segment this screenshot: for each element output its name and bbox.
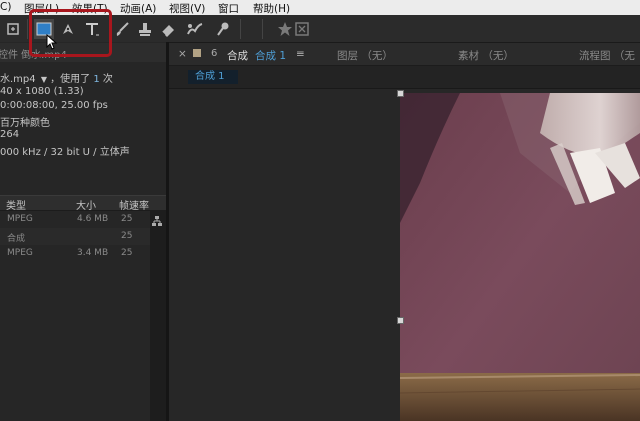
eraser-tool-icon[interactable] xyxy=(158,19,178,39)
column-size[interactable]: 大小 xyxy=(76,197,96,212)
close-tab-icon[interactable]: × xyxy=(178,48,187,60)
composition-chip[interactable]: 合成 1 xyxy=(188,70,238,84)
transform-handle[interactable] xyxy=(397,317,404,324)
row-size: 3.4 MB xyxy=(77,248,109,258)
snap-grid-icon[interactable] xyxy=(292,19,312,39)
tab-footage[interactable]: 素材 （无） xyxy=(458,48,514,63)
usage-label: ，使用了 xyxy=(50,74,91,85)
tab-flowchart[interactable]: 流程图 （无 xyxy=(579,48,635,63)
footage-dropdown-icon[interactable]: ▼ xyxy=(41,75,47,84)
transform-handle[interactable] xyxy=(397,90,404,97)
project-columns-header: 类型 大小 帧速率 xyxy=(0,195,166,212)
column-type[interactable]: 类型 xyxy=(6,197,26,212)
row-type: 合成 xyxy=(7,234,26,244)
menu-window[interactable]: 窗口 xyxy=(218,1,239,16)
comp-color-swatch xyxy=(193,49,201,57)
project-scrollbar[interactable] xyxy=(150,210,166,421)
row-type: MPEG xyxy=(7,248,33,258)
project-row[interactable]: MPEG 3.4 MB 25 xyxy=(0,245,150,262)
brush-tool-icon[interactable] xyxy=(112,19,132,39)
video-frame[interactable] xyxy=(400,93,640,421)
panel-menu-icon[interactable]: ≡ xyxy=(296,48,305,60)
usage-count: 1 xyxy=(93,74,100,85)
tab-composition-name[interactable]: 合成 1 xyxy=(255,48,286,63)
toolbar-separator xyxy=(240,19,241,39)
row-size: 4.6 MB xyxy=(77,214,109,224)
flowchart-icon[interactable] xyxy=(151,212,163,231)
viewer-tab-bar: × 6 合成 合成 1 ≡ 图层 （无） 素材 （无） 流程图 （无 xyxy=(169,43,640,66)
row-type: MPEG xyxy=(7,214,33,224)
footage-duration: 0:00:08:00, 25.00 fps xyxy=(0,100,108,111)
footage-name-line: 水.mp4 ▼ ，使用了 1 次 xyxy=(0,70,113,85)
toolbar-separator xyxy=(262,19,263,39)
tab-composition[interactable]: 合成 xyxy=(227,48,248,63)
mouse-cursor-icon xyxy=(46,33,58,54)
footage-colors: 百万种颜色 xyxy=(0,118,50,129)
column-fps[interactable]: 帧速率 xyxy=(119,197,149,212)
project-row[interactable]: 合成 25 xyxy=(0,228,150,245)
toolbar-separator xyxy=(27,19,28,39)
project-row[interactable]: MPEG 4.6 MB 25 xyxy=(0,211,150,228)
menu-animation[interactable]: 动画(A) xyxy=(120,1,156,16)
clone-stamp-tool-icon[interactable] xyxy=(135,19,155,39)
menu-view[interactable]: 视图(V) xyxy=(169,1,205,16)
usage-unit: 次 xyxy=(102,74,113,85)
footage-resolution: 40 x 1080 (1.33) xyxy=(0,86,84,97)
menu-help[interactable]: 帮助(H) xyxy=(253,1,290,16)
pan-tool-icon[interactable] xyxy=(3,19,23,39)
tab-layer[interactable]: 图层 （无） xyxy=(337,48,393,63)
row-fps: 25 xyxy=(121,214,133,224)
footage-codec: 264 xyxy=(0,129,20,140)
footage-audio: 000 kHz / 32 bit U / 立体声 xyxy=(0,147,130,158)
row-fps: 25 xyxy=(121,231,133,241)
roto-brush-tool-icon[interactable] xyxy=(185,19,205,39)
row-fps: 25 xyxy=(121,248,133,258)
composition-navigator-bar xyxy=(169,66,640,89)
tool-highlight-annotation xyxy=(29,9,112,57)
puppet-pin-tool-icon[interactable] xyxy=(213,19,233,39)
menu-composition[interactable]: C) xyxy=(0,1,11,13)
lock-icon[interactable]: 6 xyxy=(211,48,217,59)
footage-name: 水.mp4 xyxy=(0,74,36,85)
